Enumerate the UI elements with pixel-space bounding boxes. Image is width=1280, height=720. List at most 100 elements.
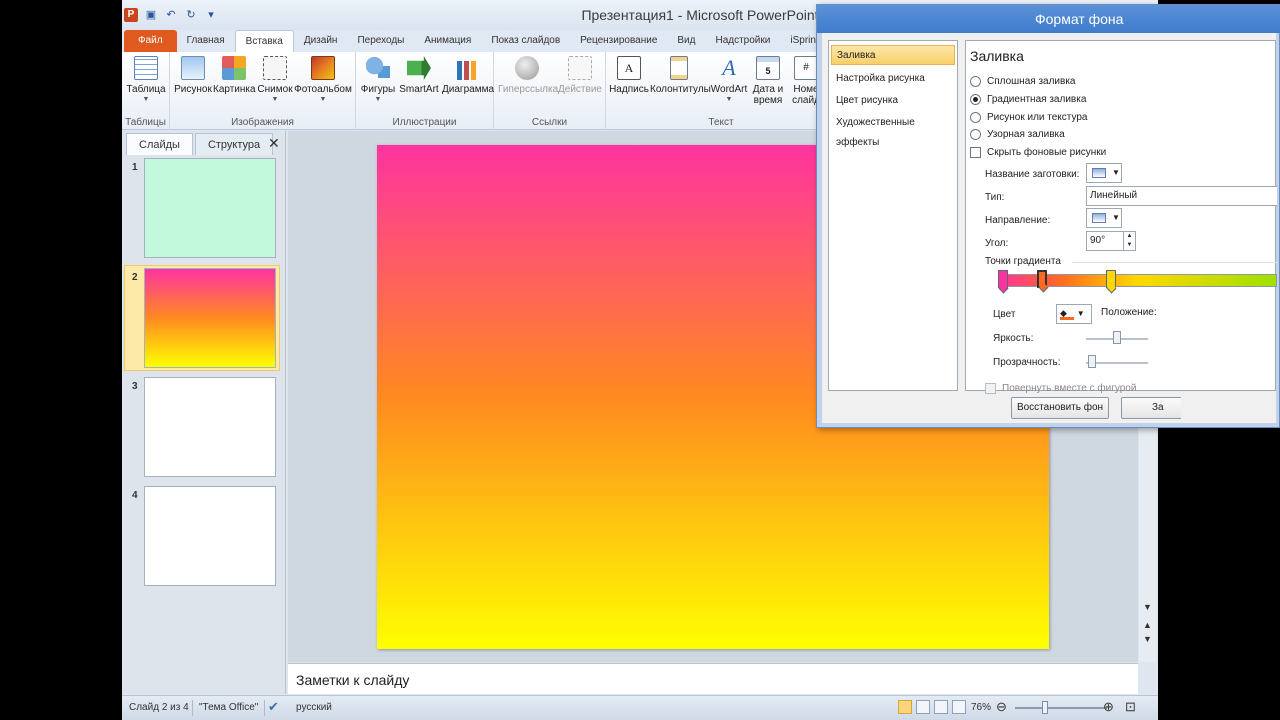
transparency-slider-thumb[interactable] <box>1088 355 1096 368</box>
picture-label: Рисунок <box>174 84 212 95</box>
tab-outline[interactable]: Структура <box>194 133 274 155</box>
dialog-title[interactable]: Формат фона <box>817 5 1280 33</box>
tab-home[interactable]: Главная <box>177 30 235 52</box>
status-bar: Слайд 2 из 4 "Тема Office" ✔ русский 76%… <box>122 695 1158 720</box>
tab-slideshow[interactable]: Показ слайдов <box>481 30 570 52</box>
slide-thumbnail-2[interactable] <box>144 268 276 368</box>
group-label-images: Изображения <box>231 117 294 128</box>
notes-area[interactable]: Заметки к слайду <box>288 663 1138 694</box>
close-button[interactable]: За <box>1121 397 1181 419</box>
nav-picture-color[interactable]: Цвет рисунка <box>831 91 955 111</box>
slide-sorter-icon[interactable] <box>916 700 930 714</box>
photo-album-button[interactable]: Фотоальбом ▼ <box>294 56 352 103</box>
zoom-slider-thumb[interactable] <box>1042 701 1048 714</box>
angle-input[interactable]: 90° ▲ ▼ <box>1086 231 1136 251</box>
radio-button[interactable] <box>970 75 981 87</box>
rotate-with-shape-label: Повернуть вместе с фигурой <box>1002 382 1137 394</box>
slide-info: Слайд 2 из 4 <box>129 702 189 713</box>
tab-addins[interactable]: Надстройки <box>705 30 780 52</box>
language[interactable]: русский <box>296 702 332 713</box>
slide-thumbnail-1[interactable] <box>144 158 276 258</box>
brightness-slider-thumb[interactable] <box>1113 331 1121 344</box>
smartart-icon <box>407 56 431 80</box>
direction-label: Направление: <box>985 215 1051 226</box>
clipart-icon <box>222 56 246 80</box>
wordart-button[interactable]: A WordArt ▼ <box>710 56 748 104</box>
action-button[interactable]: Действие <box>557 56 603 95</box>
radio-button[interactable] <box>970 128 981 140</box>
color-picker-button[interactable]: ◆ ▼ <box>1056 304 1092 324</box>
radio-button-selected[interactable] <box>970 93 981 105</box>
radio-button[interactable] <box>970 111 981 123</box>
slide-thumbnail-4[interactable] <box>144 486 276 586</box>
normal-view-icon[interactable] <box>898 700 912 714</box>
preset-dropdown[interactable]: ▼ <box>1086 163 1122 183</box>
nav-picture-corrections[interactable]: Настройка рисунка <box>831 69 955 89</box>
rotate-with-shape-option[interactable]: Повернуть вместе с фигурой <box>985 381 1136 395</box>
pattern-fill-option[interactable]: Узорная заливка <box>970 127 1065 141</box>
next-slide-icon[interactable]: ▼ <box>1141 633 1154 645</box>
theme-name[interactable]: "Тема Office" <box>199 702 258 713</box>
table-label: Таблица <box>126 84 166 95</box>
action-icon <box>568 56 592 80</box>
gradient-stop-selected[interactable] <box>1037 270 1047 288</box>
chevron-down-icon: ▼ <box>1112 213 1120 222</box>
tab-transitions[interactable]: Переходы <box>347 30 414 52</box>
date-time-button[interactable]: 5 Дата и время <box>750 56 786 106</box>
table-button[interactable]: Таблица ▼ <box>126 56 166 103</box>
paint-bucket-icon: ◆ <box>1060 308 1074 320</box>
screenshot-button[interactable]: Снимок ▼ <box>257 56 293 103</box>
gradient-fill-option[interactable]: Градиентная заливка <box>970 92 1086 106</box>
solid-fill-option[interactable]: Сплошная заливка <box>970 74 1075 88</box>
header-footer-button[interactable]: Колонтитулы <box>650 56 711 95</box>
scroll-down-icon[interactable]: ▼ <box>1141 601 1154 613</box>
slideshow-icon[interactable] <box>952 700 966 714</box>
slide-number-icon: # <box>794 56 818 80</box>
fit-slide-icon[interactable]: ⊡ <box>1125 699 1136 715</box>
picture-texture-option[interactable]: Рисунок или текстура <box>970 110 1088 124</box>
direction-icon <box>1092 213 1106 223</box>
chart-button[interactable]: Диаграмма <box>442 56 494 95</box>
close-icon[interactable]: ✕ <box>268 136 280 150</box>
zoom-out-icon[interactable]: ⊖ <box>996 699 1007 715</box>
hide-background-graphics-label: Скрыть фоновые рисунки <box>987 146 1107 158</box>
chevron-down-icon: ▼ <box>271 96 279 103</box>
gradient-preset-icon <box>1092 168 1106 178</box>
hide-background-graphics-option[interactable]: Скрыть фоновые рисунки <box>970 145 1106 159</box>
nav-fill[interactable]: Заливка <box>831 45 955 65</box>
direction-dropdown[interactable]: ▼ <box>1086 208 1122 228</box>
zoom-level[interactable]: 76% <box>971 702 991 713</box>
angle-spinner[interactable]: ▲ ▼ <box>1123 232 1135 250</box>
zoom-slider[interactable] <box>1015 707 1107 709</box>
reading-view-icon[interactable] <box>934 700 948 714</box>
zoom-in-icon[interactable]: ⊕ <box>1103 699 1114 715</box>
tab-design[interactable]: Дизайн <box>294 30 348 52</box>
shapes-button[interactable]: Фигуры ▼ <box>360 56 396 103</box>
type-dropdown[interactable]: Линейный <box>1086 186 1277 206</box>
slide-thumbnail-3[interactable] <box>144 377 276 477</box>
spellcheck-icon[interactable]: ✔ <box>268 699 279 715</box>
gradient-fill-label: Градиентная заливка <box>987 93 1087 105</box>
previous-slide-icon[interactable]: ▲ <box>1141 619 1154 631</box>
format-background-dialog: Формат фона Заливка Настройка рисунка Цв… <box>816 4 1280 428</box>
smartart-button[interactable]: SmartArt <box>397 56 441 95</box>
checkbox-disabled[interactable] <box>985 382 996 394</box>
hyperlink-button[interactable]: Гиперссылка <box>498 56 558 95</box>
tab-insert[interactable]: Вставка <box>234 30 294 52</box>
clipart-button[interactable]: Картинка <box>213 56 256 95</box>
tab-view[interactable]: Вид <box>667 30 705 52</box>
tab-review[interactable]: Рецензирование <box>570 30 667 52</box>
divider <box>1072 262 1277 263</box>
gradient-stop[interactable] <box>998 270 1008 288</box>
gradient-stop[interactable] <box>1106 270 1116 288</box>
nav-artistic-effects[interactable]: Художественные эффекты <box>831 113 955 148</box>
tab-animations[interactable]: Анимация <box>414 30 481 52</box>
picture-button[interactable]: Рисунок <box>174 56 212 95</box>
textbox-button[interactable]: A Надпись <box>608 56 650 95</box>
chevron-down-icon: ▼ <box>1112 168 1120 177</box>
checkbox[interactable] <box>970 146 981 158</box>
screenshot-icon <box>263 56 287 80</box>
tab-file[interactable]: Файл <box>124 30 177 52</box>
tab-slides[interactable]: Слайды <box>126 133 193 155</box>
reset-background-button[interactable]: Восстановить фон <box>1011 397 1109 419</box>
